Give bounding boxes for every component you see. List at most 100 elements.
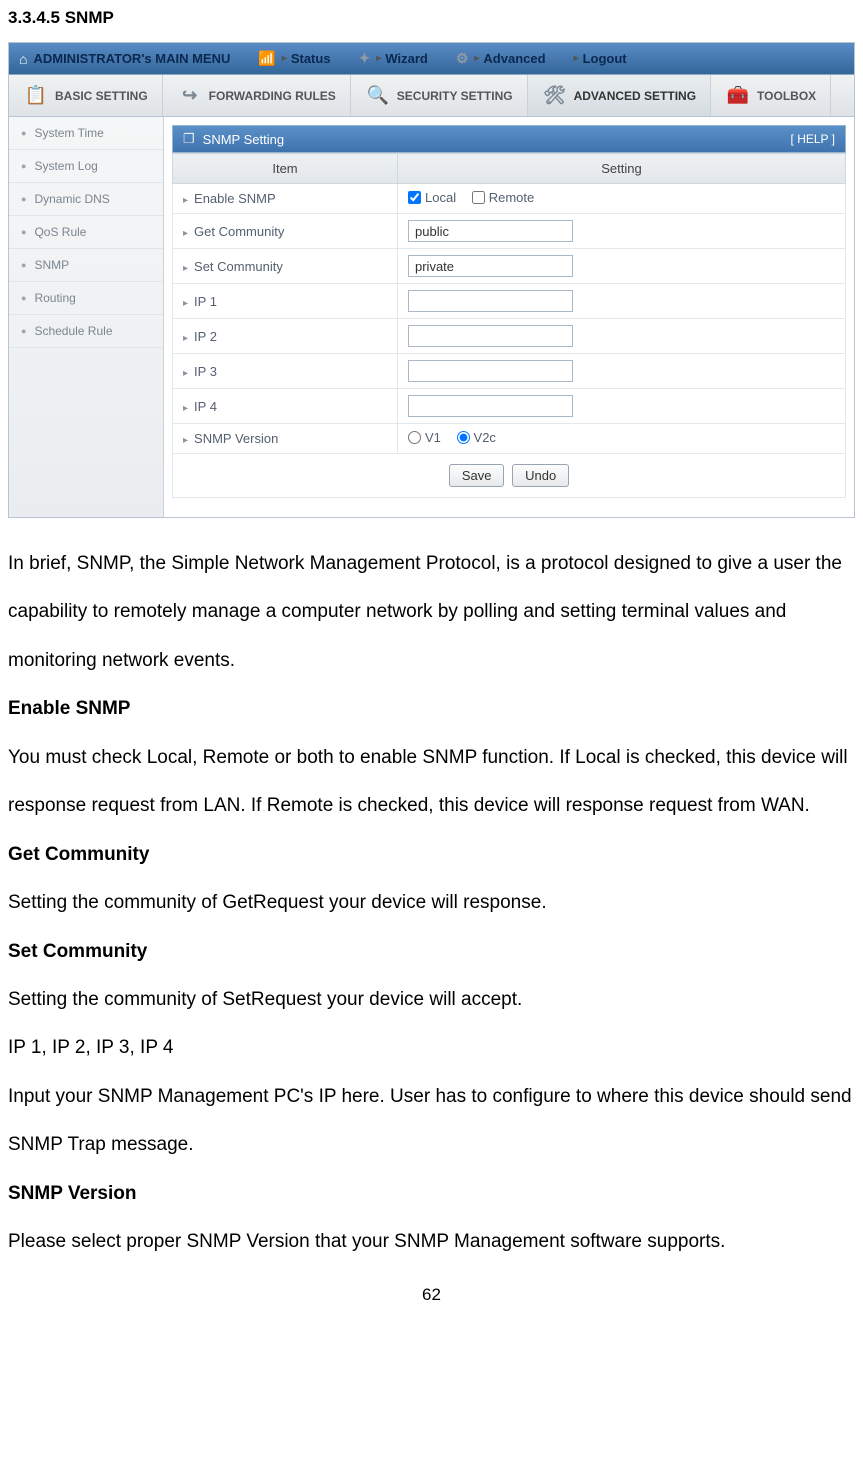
content-area: ●System Time ●System Log ●Dynamic DNS ●Q… bbox=[9, 117, 854, 517]
caret-icon: ▸ bbox=[183, 263, 188, 274]
sidebar-item-routing[interactable]: ●Routing bbox=[9, 282, 163, 315]
clipboard-icon: 📋 bbox=[23, 85, 49, 107]
v2c-radio[interactable] bbox=[457, 431, 470, 444]
bullet-icon: ● bbox=[21, 260, 26, 270]
sidebar-item-system-time[interactable]: ●System Time bbox=[9, 117, 163, 150]
row-snmp-version: ▸SNMP Version V1 V2c bbox=[173, 424, 846, 454]
nav-wizard[interactable]: ✦ ▸ Wizard bbox=[345, 43, 442, 74]
nav-advanced[interactable]: ⚙ ▸ Advanced bbox=[442, 43, 560, 74]
header-setting: Setting bbox=[398, 154, 846, 184]
set-community-input[interactable] bbox=[408, 255, 573, 277]
help-link[interactable]: [ HELP ] bbox=[791, 132, 835, 146]
doc-heading-version: SNMP Version bbox=[8, 1170, 855, 1218]
sidebar-item-label: System Log bbox=[34, 159, 97, 173]
tab-basic-setting[interactable]: 📋 BASIC SETTING bbox=[9, 75, 163, 116]
status-icon: 📶 bbox=[258, 50, 275, 67]
tab-security-setting[interactable]: 🔍 SECURITY SETTING bbox=[351, 75, 528, 116]
tab-forwarding-rules[interactable]: ↪ FORWARDING RULES bbox=[163, 75, 351, 116]
toolbox-icon: 🧰 bbox=[725, 85, 751, 107]
undo-button[interactable]: Undo bbox=[512, 464, 569, 487]
ip1-input[interactable] bbox=[408, 290, 573, 312]
tab-label: FORWARDING RULES bbox=[209, 89, 336, 103]
doc-heading-get: Get Community bbox=[8, 831, 855, 879]
ip2-input[interactable] bbox=[408, 325, 573, 347]
bullet-icon: ● bbox=[21, 128, 26, 138]
caret-icon: ▸ bbox=[183, 228, 188, 239]
forward-icon: ↪ bbox=[177, 85, 203, 107]
wizard-icon: ✦ bbox=[359, 50, 371, 67]
admin-panel: ⌂ ADMINISTRATOR's MAIN MENU 📶 ▸ Status ✦… bbox=[8, 42, 855, 518]
row-set-community: ▸ Set Community bbox=[173, 249, 846, 284]
settings-table: Item Setting ▸Enable SNMP Local Remote ▸… bbox=[172, 153, 846, 498]
sidebar-item-label: Dynamic DNS bbox=[34, 192, 109, 206]
row-ip4: ▸ IP 4 bbox=[173, 389, 846, 424]
sidebar-item-schedule-rule[interactable]: ● Schedule Rule bbox=[9, 315, 163, 348]
ip4-input[interactable] bbox=[408, 395, 573, 417]
v1-radio[interactable] bbox=[408, 431, 421, 444]
sidebar-item-label: Routing bbox=[34, 291, 75, 305]
sidebar-item-snmp[interactable]: ●SNMP bbox=[9, 249, 163, 282]
remote-checkbox[interactable] bbox=[472, 191, 485, 204]
caret-icon: ▸ bbox=[183, 298, 188, 309]
row-ip2: ▸IP 2 bbox=[173, 319, 846, 354]
nav-status-label: Status bbox=[291, 51, 331, 66]
caret-icon: ▸ bbox=[183, 368, 188, 379]
ip3-input[interactable] bbox=[408, 360, 573, 382]
sidebar-item-system-log[interactable]: ● System Log bbox=[9, 150, 163, 183]
row-label: Set Community bbox=[194, 259, 283, 274]
section-heading: 3.3.4.5 SNMP bbox=[8, 8, 855, 28]
v2c-label: V2c bbox=[474, 430, 496, 445]
remote-label: Remote bbox=[489, 190, 535, 205]
page-number: 62 bbox=[8, 1285, 855, 1305]
nav-advanced-label: Advanced bbox=[483, 51, 545, 66]
get-community-input[interactable] bbox=[408, 220, 573, 242]
bullet-icon: ● bbox=[21, 326, 26, 336]
caret-icon: ▸ bbox=[183, 195, 188, 206]
button-row: Save Undo bbox=[173, 454, 846, 498]
tab-label: TOOLBOX bbox=[757, 89, 816, 103]
v1-radio-label[interactable]: V1 bbox=[408, 430, 441, 445]
tab-toolbox[interactable]: 🧰 TOOLBOX bbox=[711, 75, 831, 116]
caret-icon: ▸ bbox=[282, 53, 287, 64]
row-ip1: ▸ IP 1 bbox=[173, 284, 846, 319]
nav-logout[interactable]: ▸ Logout bbox=[560, 43, 641, 74]
tab-advanced-setting[interactable]: 🛠 ADVANCED SETTING bbox=[528, 75, 711, 116]
doc-paragraph-enable: You must check Local, Remote or both to … bbox=[8, 734, 855, 831]
panel-title: SNMP Setting bbox=[203, 132, 284, 147]
nav-status[interactable]: 📶 ▸ Status bbox=[244, 43, 344, 74]
nav-home-label: ADMINISTRATOR's MAIN MENU bbox=[33, 51, 230, 66]
nav-logout-label: Logout bbox=[583, 51, 627, 66]
row-enable-snmp: ▸Enable SNMP Local Remote bbox=[173, 184, 846, 214]
doc-paragraph-get: Setting the community of GetRequest your… bbox=[8, 879, 855, 927]
doc-paragraph-version: Please select proper SNMP Version that y… bbox=[8, 1218, 855, 1266]
local-checkbox-label[interactable]: Local bbox=[408, 190, 456, 205]
sidebar-item-qos-rule[interactable]: ●QoS Rule bbox=[9, 216, 163, 249]
local-label: Local bbox=[425, 190, 456, 205]
remote-checkbox-label[interactable]: Remote bbox=[472, 190, 535, 205]
nav-home[interactable]: ⌂ ADMINISTRATOR's MAIN MENU bbox=[9, 43, 244, 74]
row-label: IP 4 bbox=[194, 399, 217, 414]
caret-icon: ▸ bbox=[183, 333, 188, 344]
row-label: SNMP Version bbox=[194, 431, 278, 446]
sidebar-item-dynamic-dns[interactable]: ●Dynamic DNS bbox=[9, 183, 163, 216]
v2c-radio-label[interactable]: V2c bbox=[457, 430, 496, 445]
documentation-text: In brief, SNMP, the Simple Network Manag… bbox=[8, 540, 855, 1267]
home-icon: ⌂ bbox=[19, 51, 27, 67]
caret-icon: ▸ bbox=[474, 53, 479, 64]
caret-icon: ▸ bbox=[376, 53, 381, 64]
sidebar-item-label: Schedule Rule bbox=[34, 324, 112, 338]
local-checkbox[interactable] bbox=[408, 191, 421, 204]
caret-icon: ▸ bbox=[183, 403, 188, 414]
row-get-community: ▸Get Community bbox=[173, 214, 846, 249]
save-button[interactable]: Save bbox=[449, 464, 505, 487]
advanced-tab-icon: 🛠 bbox=[542, 85, 568, 107]
doc-paragraph-set: Setting the community of SetRequest your… bbox=[8, 976, 855, 1024]
panel-icon: ❐ bbox=[183, 131, 195, 147]
bullet-icon: ● bbox=[21, 161, 26, 171]
tab-label: BASIC SETTING bbox=[55, 89, 148, 103]
header-item: Item bbox=[173, 154, 398, 184]
nav-wizard-label: Wizard bbox=[385, 51, 428, 66]
row-label: IP 1 bbox=[194, 294, 217, 309]
row-label: IP 3 bbox=[194, 364, 217, 379]
panel-title-bar: ❐ SNMP Setting [ HELP ] bbox=[172, 125, 846, 153]
